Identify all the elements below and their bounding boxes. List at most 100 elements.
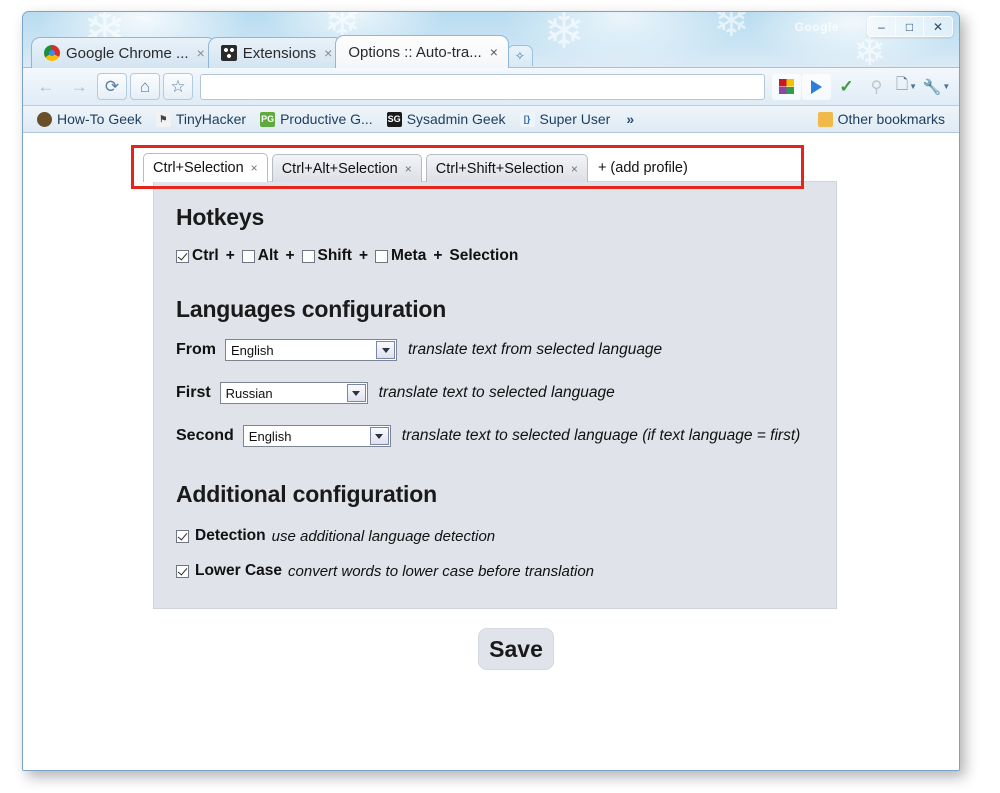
- language-row-first: First Russian translate text to selected…: [176, 382, 800, 404]
- browser-toolbar: ← → ⟳ ⌂ ☆ ✓ ⚲ 🗋 ▼ 🔧 ▼: [23, 68, 959, 106]
- chevron-down-icon[interactable]: [346, 384, 366, 402]
- tinyhacker-icon: ⚑: [155, 111, 171, 127]
- hotkey-selection-suffix: Selection: [449, 247, 519, 264]
- profile-tabs: Ctrl+Selection × Ctrl+Alt+Selection × Ct…: [143, 153, 694, 182]
- other-bookmarks-label: Other bookmarks: [837, 111, 945, 127]
- new-tab-button[interactable]: ✧: [506, 45, 533, 66]
- additional-row-label: Detection: [195, 527, 266, 544]
- other-bookmarks-folder[interactable]: Other bookmarks: [812, 109, 951, 129]
- bookmark-tinyhacker[interactable]: ⚑ TinyHacker: [150, 109, 252, 129]
- profile-tab-label: Ctrl+Shift+Selection: [435, 160, 564, 177]
- language-row-second: Second English translate text to selecte…: [176, 425, 800, 447]
- options-panel: Hotkeys Ctrl + Alt + Shift + Meta + Sele…: [153, 181, 837, 609]
- forward-button[interactable]: →: [64, 73, 94, 100]
- home-button[interactable]: ⌂: [130, 73, 160, 100]
- hotkey-shift[interactable]: Shift: [301, 247, 352, 265]
- checkbox-detection[interactable]: [176, 529, 189, 543]
- profile-tab-close-icon[interactable]: ×: [251, 161, 258, 175]
- from-language-select[interactable]: English: [225, 339, 397, 361]
- color-grid-icon[interactable]: [772, 73, 801, 100]
- browser-tab-extensions[interactable]: Extensions ×: [207, 37, 344, 68]
- checkbox-ctrl[interactable]: [176, 249, 189, 263]
- magnifier-icon[interactable]: ⚲: [862, 74, 891, 100]
- minimize-button[interactable]: –: [868, 17, 896, 36]
- browser-window: ❄ ❄ ❄ ❄ ❄ Google – □ ✕ Google Chrome ...…: [22, 11, 960, 771]
- checkbox-meta[interactable]: [375, 249, 388, 263]
- language-row-label: From: [176, 341, 216, 358]
- checkmark-icon[interactable]: ✓: [832, 74, 861, 100]
- additional-row-label: Lower Case: [195, 562, 283, 579]
- browser-tab-label: Extensions: [242, 44, 317, 62]
- hotkey-meta[interactable]: Meta: [375, 247, 426, 265]
- profile-tab-ctrl-shift-selection[interactable]: Ctrl+Shift+Selection ×: [425, 154, 588, 182]
- language-row-label: First: [176, 384, 211, 401]
- checkbox-lower-case[interactable]: [176, 564, 189, 578]
- language-row-from: From English translate text from selecte…: [176, 339, 800, 361]
- hotkeys-modifier-row: Ctrl + Alt + Shift + Meta + Selection: [176, 247, 518, 265]
- bookmark-how-to-geek[interactable]: How-To Geek: [31, 109, 148, 129]
- language-row-hint: translate text from selected language: [408, 341, 663, 358]
- browser-tab-options[interactable]: Options :: Auto-tra... ×: [335, 35, 509, 68]
- plus-separator: +: [433, 247, 443, 264]
- first-language-value: Russian: [225, 385, 273, 401]
- snowflake-decor-icon: ❄: [713, 11, 750, 46]
- hotkeys-section-title: Hotkeys: [176, 204, 265, 230]
- hotkey-alt[interactable]: Alt: [241, 247, 278, 265]
- hotkey-ctrl[interactable]: Ctrl: [176, 247, 219, 265]
- bookmark-label: How-To Geek: [57, 111, 142, 127]
- chevron-down-icon[interactable]: [369, 427, 389, 445]
- browser-tab-google-chrome[interactable]: Google Chrome ... ×: [31, 37, 216, 68]
- bookmark-label: Sysadmin Geek: [406, 111, 506, 127]
- hotkey-label: Ctrl: [192, 247, 219, 264]
- address-bar[interactable]: [200, 73, 765, 100]
- language-row-hint: translate text to selected language (if …: [401, 427, 801, 444]
- second-language-value: English: [248, 428, 292, 444]
- first-language-select[interactable]: Russian: [219, 382, 368, 404]
- checkbox-shift[interactable]: [301, 249, 315, 263]
- bookmarks-bar: How-To Geek ⚑ TinyHacker PG Productive G…: [23, 106, 959, 133]
- page-content: Ctrl+Selection × Ctrl+Alt+Selection × Ct…: [23, 133, 959, 770]
- snowflake-decor-icon: ❄: [853, 30, 887, 74]
- close-button[interactable]: ✕: [924, 17, 952, 36]
- play-icon[interactable]: [802, 73, 831, 100]
- google-watermark: Google: [794, 20, 839, 34]
- browser-tab-close-icon[interactable]: ×: [324, 46, 332, 60]
- browser-tabstrip: Google Chrome ... × Extensions × Options…: [31, 35, 533, 68]
- bookmark-super-user[interactable]: [} Super User: [514, 109, 617, 129]
- profile-tab-label: Ctrl+Selection: [153, 160, 244, 176]
- save-button[interactable]: Save: [478, 628, 554, 670]
- wrench-menu-icon[interactable]: 🔧 ▼: [922, 74, 951, 100]
- bookmark-productive-geek[interactable]: PG Productive G...: [254, 109, 379, 129]
- bookmark-label: Super User: [539, 111, 611, 127]
- browser-tab-close-icon[interactable]: ×: [197, 46, 205, 60]
- plus-separator: +: [285, 247, 295, 264]
- plus-separator: +: [225, 247, 235, 264]
- browser-tab-label: Google Chrome ...: [66, 44, 189, 62]
- superuser-icon: [}: [519, 111, 535, 127]
- second-language-select[interactable]: English: [242, 425, 391, 447]
- window-controls: – □ ✕: [867, 16, 953, 37]
- page-menu-icon[interactable]: 🗋 ▼: [892, 74, 921, 100]
- profile-tab-ctrl-alt-selection[interactable]: Ctrl+Alt+Selection ×: [271, 154, 422, 182]
- profile-tab-close-icon[interactable]: ×: [571, 162, 578, 176]
- additional-row-lower-case: Lower Case convert words to lower case b…: [176, 562, 594, 580]
- bookmark-sysadmin-geek[interactable]: SG Sysadmin Geek: [381, 109, 512, 129]
- checkbox-alt[interactable]: [241, 249, 255, 263]
- additional-row-hint: convert words to lower case before trans…: [288, 562, 594, 580]
- profile-tab-close-icon[interactable]: ×: [405, 162, 412, 176]
- bookmarks-overflow-button[interactable]: »: [618, 109, 642, 129]
- bookmark-star-icon[interactable]: ☆: [163, 73, 193, 100]
- browser-tab-close-icon[interactable]: ×: [490, 45, 498, 59]
- language-row-hint: translate text to selected language: [378, 384, 615, 401]
- chevron-down-icon[interactable]: [376, 341, 395, 359]
- additional-section-title: Additional configuration: [176, 481, 437, 507]
- howtogeek-icon: [37, 111, 52, 127]
- profile-tab-ctrl-selection[interactable]: Ctrl+Selection ×: [143, 153, 268, 182]
- reload-button[interactable]: ⟳: [97, 73, 127, 100]
- bookmark-label: Productive G...: [280, 111, 373, 127]
- add-profile-button[interactable]: + (add profile): [592, 154, 694, 182]
- browser-tab-label: Options :: Auto-tra...: [348, 43, 482, 61]
- maximize-button[interactable]: □: [896, 17, 924, 36]
- languages-section-title: Languages configuration: [176, 296, 447, 322]
- back-button[interactable]: ←: [31, 73, 61, 100]
